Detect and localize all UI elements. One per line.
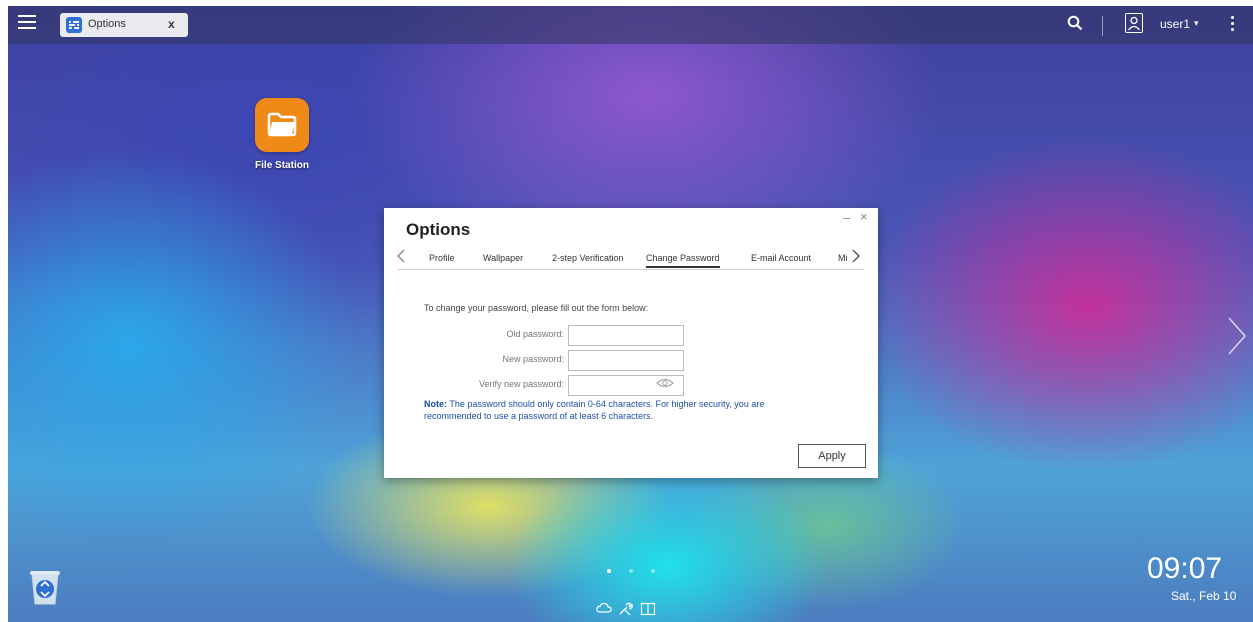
note-text: The password should only contain 0-64 ch…	[424, 399, 765, 421]
main-menu-button[interactable]	[18, 15, 36, 31]
file-station-app-icon[interactable]	[255, 98, 309, 152]
clock-time: 09:07	[1147, 552, 1223, 585]
tab-change-password[interactable]: Change Password	[646, 253, 720, 268]
tab-profile[interactable]: Profile	[429, 253, 455, 263]
options-dialog: – × Options Profile Wallpaper 2-step Ver…	[384, 208, 878, 478]
tab-more-truncated[interactable]: Mi	[838, 253, 848, 263]
old-password-field[interactable]	[568, 325, 684, 346]
more-options-icon[interactable]	[1231, 16, 1235, 34]
tab-strip: Profile Wallpaper 2-step Verification Ch…	[384, 253, 878, 269]
tab-wallpaper[interactable]: Wallpaper	[483, 253, 523, 263]
apply-button[interactable]: Apply	[798, 444, 866, 468]
page-dot-active[interactable]	[607, 569, 611, 573]
clock-date: Sat., Feb 10	[1171, 589, 1237, 603]
more-dot	[1231, 22, 1234, 25]
old-password-label: Old password:	[506, 329, 564, 339]
form-intro-text: To change your password, please fill out…	[424, 303, 649, 313]
tab-2-step-verification[interactable]: 2-step Verification	[552, 253, 624, 263]
cloud-icon[interactable]	[596, 602, 612, 614]
tabs-divider	[398, 269, 864, 270]
taskbar-tab-options[interactable]: Options x	[60, 13, 188, 37]
dialog-close-button[interactable]: ×	[860, 209, 868, 224]
page-dot[interactable]	[651, 569, 655, 573]
note-prefix: Note:	[424, 399, 447, 409]
search-icon[interactable]	[1067, 15, 1083, 31]
next-page-chevron-icon[interactable]	[1227, 316, 1247, 356]
menu-line	[18, 15, 36, 17]
tab-email-account[interactable]: E-mail Account	[751, 253, 811, 263]
tools-icon[interactable]	[618, 602, 634, 616]
menu-line	[18, 27, 36, 29]
user-name[interactable]: user1	[1160, 17, 1190, 31]
show-password-eye-icon[interactable]	[656, 378, 674, 388]
verify-password-label: Verify new password:	[478, 379, 564, 389]
dialog-title: Options	[406, 220, 471, 239]
taskbar-tab-close-button[interactable]: x	[168, 17, 175, 31]
folder-icon	[267, 112, 297, 137]
more-dot	[1231, 28, 1234, 31]
taskbar-tab-label: Options	[88, 18, 126, 30]
more-dot	[1231, 16, 1234, 19]
dialog-minimize-button[interactable]: –	[843, 210, 850, 225]
recycle-bin-icon[interactable]	[28, 568, 62, 606]
tabs-next-chevron-icon[interactable]	[852, 249, 860, 263]
password-note: Note: The password should only contain 0…	[424, 398, 824, 422]
menu-line	[18, 21, 36, 23]
top-bar-divider	[1102, 16, 1103, 36]
user-menu-chevron-icon[interactable]: ▾	[1194, 18, 1199, 29]
new-password-label: New password:	[502, 354, 564, 364]
options-app-icon	[66, 17, 82, 33]
file-station-label[interactable]: File Station	[242, 160, 322, 171]
top-bar: Options x user1 ▾	[8, 6, 1253, 44]
page-dot[interactable]	[629, 569, 633, 573]
book-icon[interactable]	[640, 602, 656, 616]
desktop: Options x user1 ▾ File Station – × Optio…	[8, 6, 1253, 622]
new-password-field[interactable]	[568, 350, 684, 371]
user-avatar-icon[interactable]	[1125, 13, 1143, 33]
